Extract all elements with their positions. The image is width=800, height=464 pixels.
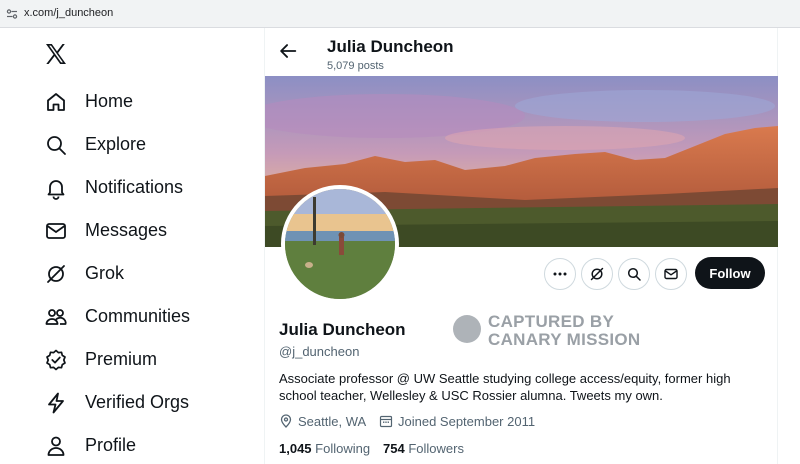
follow-button[interactable]: Follow (695, 257, 765, 289)
nav-premium-label: Premium (85, 349, 158, 369)
following-count: 1,045 (279, 441, 312, 456)
browser-address-bar[interactable]: x.com/j_duncheon (0, 0, 800, 28)
site-settings-icon[interactable] (6, 8, 18, 20)
grok-icon (590, 267, 604, 281)
home-icon (47, 93, 65, 111)
more-dots-icon (553, 272, 567, 276)
grok-icon (47, 265, 65, 283)
calendar-icon (379, 415, 393, 428)
header-name: Julia Duncheon (327, 37, 454, 56)
following-link[interactable]: 1,045 Following (279, 441, 370, 456)
nav-notifications-label: Notifications (85, 177, 184, 197)
watermark: CAPTURED BY CANARY MISSION (453, 312, 653, 349)
header-post-count: 5,079 posts (327, 60, 384, 72)
avatar-image (285, 189, 395, 299)
watermark-line-2: CANARY MISSION (488, 330, 641, 349)
nav-premium[interactable]: Premium (44, 345, 157, 375)
joined-text: Joined September 2011 (398, 413, 536, 429)
search-profile-button[interactable] (618, 258, 650, 290)
envelope-icon (46, 223, 66, 239)
profile-column: Julia Duncheon 5,079 posts Follow Julia … (264, 28, 778, 464)
people-icon (45, 309, 67, 325)
avatar[interactable] (281, 185, 399, 303)
nav-grok-label: Grok (85, 263, 125, 283)
search-icon (627, 267, 641, 281)
profile-joined: Joined September 2011 (379, 412, 535, 430)
nav-messages[interactable]: Messages (44, 216, 167, 246)
nav-messages-label: Messages (85, 220, 168, 240)
lightning-icon (48, 392, 64, 414)
nav-communities[interactable]: Communities (44, 302, 190, 332)
bell-icon (47, 180, 65, 200)
nav-verified-orgs[interactable]: Verified Orgs (44, 388, 189, 418)
search-icon (47, 136, 66, 155)
followers-label: Followers (408, 441, 464, 456)
back-arrow-icon[interactable] (277, 40, 299, 62)
nav-communities-label: Communities (85, 306, 191, 326)
x-logo-icon[interactable] (44, 42, 68, 66)
nav-notifications[interactable]: Notifications (44, 173, 183, 203)
message-button[interactable] (655, 258, 687, 290)
location-text: Seattle, WA (298, 413, 367, 429)
nav-home[interactable]: Home (44, 87, 133, 117)
following-label: Following (315, 441, 371, 456)
nav-verified-orgs-label: Verified Orgs (85, 392, 190, 412)
nav-explore-label: Explore (85, 134, 147, 154)
profile-handle: @j_duncheon (279, 344, 360, 359)
location-pin-icon (280, 414, 292, 428)
grok-button[interactable] (581, 258, 613, 290)
nav-grok[interactable]: Grok (44, 259, 124, 289)
nav-profile-label: Profile (85, 435, 137, 455)
profile-bio: Associate professor @ UW Seattle studyin… (279, 371, 731, 403)
address-url[interactable]: x.com/j_duncheon (24, 7, 113, 19)
nav-home-label: Home (85, 91, 134, 111)
person-icon (47, 436, 65, 456)
profile-location: Seattle, WA (279, 412, 366, 430)
followers-count: 754 (383, 441, 405, 456)
canary-logo-icon (453, 315, 481, 343)
nav-explore[interactable]: Explore (44, 130, 146, 160)
verified-badge-icon (46, 349, 66, 371)
nav-profile[interactable]: Profile (44, 431, 136, 461)
envelope-icon (664, 268, 678, 280)
followers-link[interactable]: 754 Followers (383, 441, 464, 456)
more-button[interactable] (544, 258, 576, 290)
watermark-line-1: CAPTURED BY (488, 312, 615, 331)
profile-name: Julia Duncheon (279, 320, 406, 339)
